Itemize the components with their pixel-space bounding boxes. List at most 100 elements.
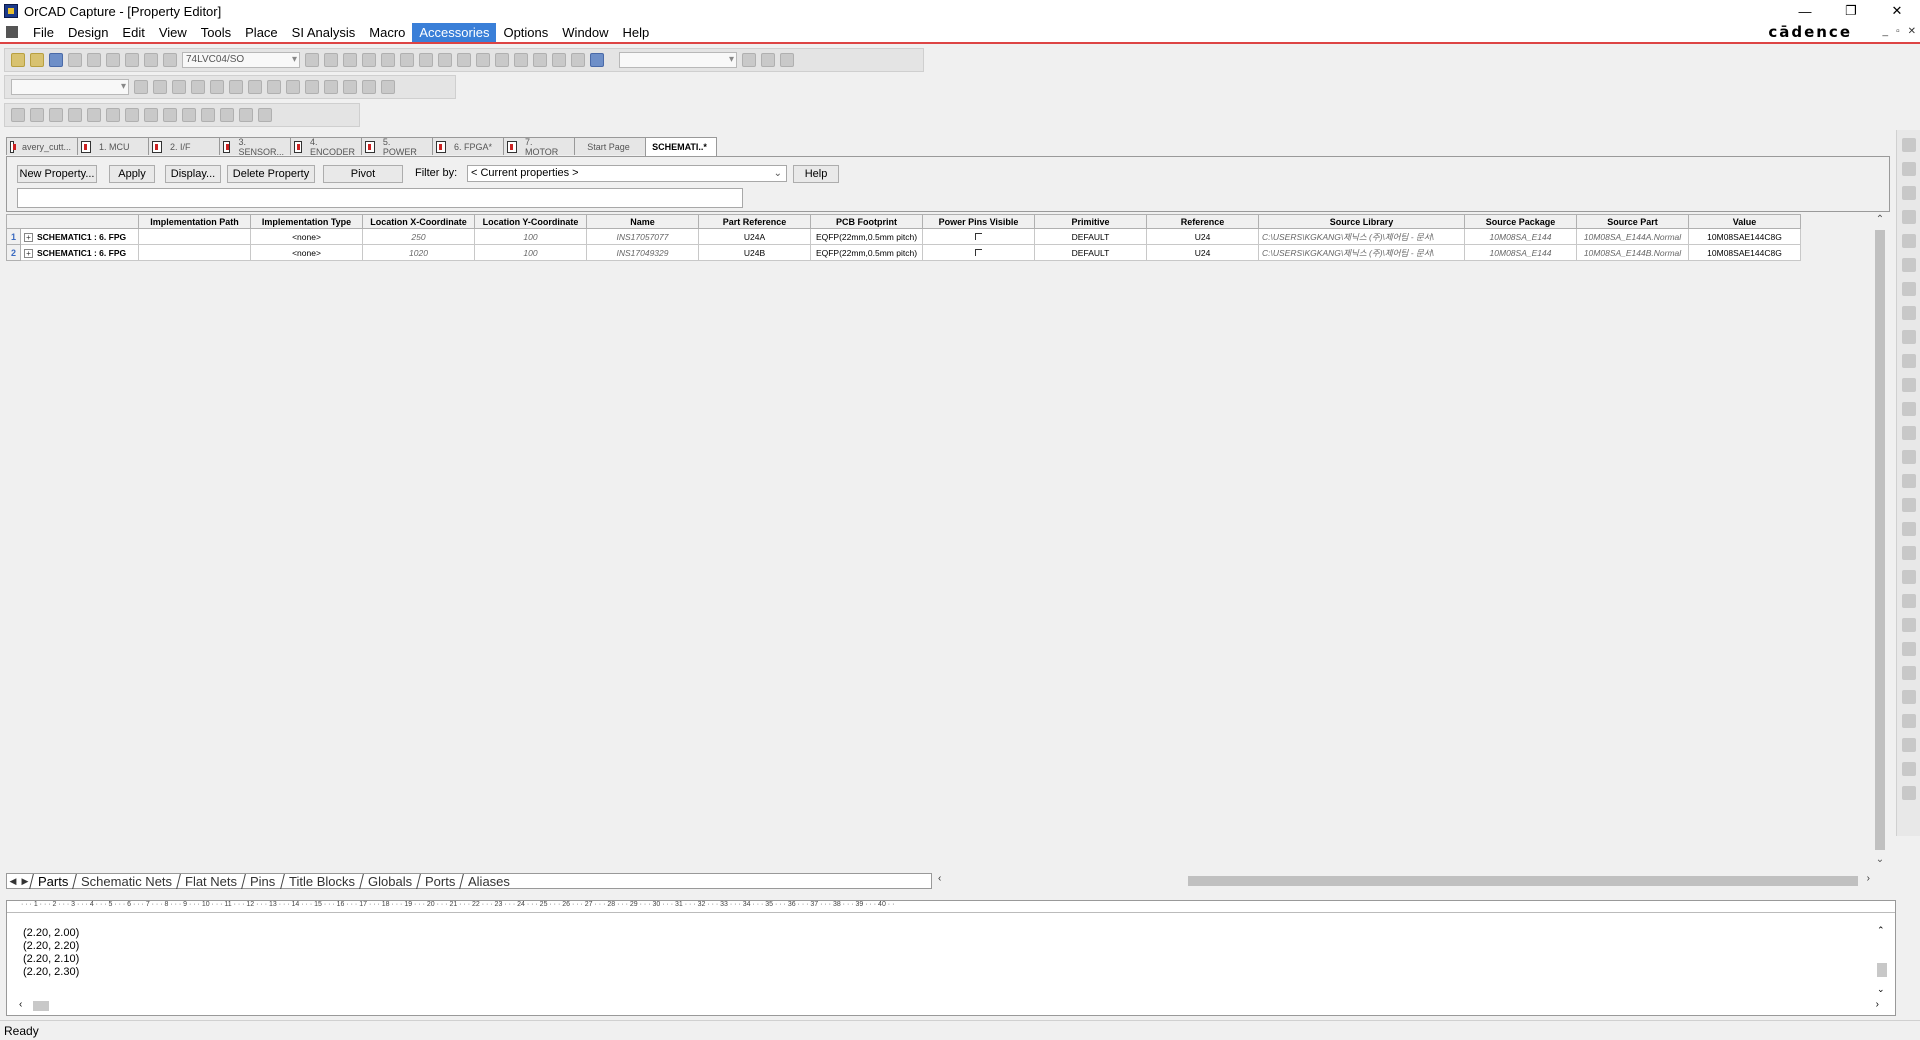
draw-tool-13-icon[interactable] (239, 108, 253, 122)
pin-current-icon[interactable] (362, 80, 376, 94)
library-icon[interactable] (552, 53, 566, 67)
column-header[interactable]: Source Library (1258, 214, 1465, 229)
mdi-minimize-icon[interactable]: _ (1883, 26, 1889, 37)
help-button[interactable]: Help (793, 165, 839, 183)
scroll-right-icon[interactable]: › (1876, 999, 1879, 1010)
column-header[interactable]: Primitive (1034, 214, 1147, 229)
tab-schematic-property-editor[interactable]: SCHEMATI..* (645, 137, 717, 156)
print-icon[interactable] (68, 53, 82, 67)
orcad-app-icon[interactable] (4, 4, 18, 18)
scroll-thumb[interactable] (1188, 876, 1858, 886)
cell-implementation-type[interactable]: <none> (250, 228, 363, 245)
scroll-thumb[interactable] (1877, 963, 1887, 977)
draw-tool-3-icon[interactable] (49, 108, 63, 122)
row-header[interactable]: + SCHEMATIC1 : 6. FPG (20, 228, 139, 245)
grid-horizontal-scrollbar[interactable]: ‹ › (936, 873, 1872, 889)
tab-mcu[interactable]: 1. MCU (77, 137, 149, 155)
redo-icon[interactable] (163, 53, 177, 67)
mdi-restore-icon[interactable]: ▫ (1896, 26, 1900, 37)
differential-marker-icon[interactable] (267, 80, 281, 94)
cell-name[interactable]: INS17057077 (586, 228, 699, 245)
place-rectangle-icon[interactable] (1901, 546, 1916, 560)
draw-tool-7-icon[interactable] (125, 108, 139, 122)
project-manager-icon[interactable] (533, 53, 547, 67)
place-pin-array-icon[interactable] (1901, 762, 1916, 776)
open-icon[interactable] (30, 53, 44, 67)
place-text-icon[interactable] (1901, 642, 1916, 656)
checkbox-icon[interactable] (975, 232, 982, 240)
view-results-icon[interactable] (191, 80, 205, 94)
column-header[interactable]: Value (1688, 214, 1801, 229)
place-polyline-icon[interactable] (1901, 522, 1916, 536)
menu-window[interactable]: Window (555, 23, 615, 42)
place-net-alias-icon[interactable] (1901, 234, 1916, 248)
copy-icon[interactable] (106, 53, 120, 67)
current-display-icon[interactable] (324, 80, 338, 94)
scroll-thumb[interactable] (1875, 230, 1885, 850)
display-button[interactable]: Display... (165, 165, 221, 183)
tab-fpga[interactable]: 6. FPGA* (432, 137, 504, 155)
scroll-left-icon[interactable]: ‹ (19, 999, 22, 1010)
cell-source-package[interactable]: 10M08SA_E144 (1464, 228, 1577, 245)
column-header[interactable]: Implementation Type (250, 214, 363, 229)
draw-tool-4-icon[interactable] (68, 108, 82, 122)
tab-encoder[interactable]: 4. ENCODER (290, 137, 362, 157)
cell-value[interactable]: 10M08SAE144C8G (1688, 228, 1801, 245)
simulation-profile-combo[interactable] (11, 79, 129, 95)
place-power-icon[interactable] (1901, 330, 1916, 344)
menu-place[interactable]: Place (238, 23, 285, 42)
log-vertical-scrollbar[interactable]: ⌃ ⌄ (1875, 925, 1889, 995)
search-combo[interactable] (619, 52, 737, 68)
draw-tool-5-icon[interactable] (87, 108, 101, 122)
zoom-in-icon[interactable] (305, 53, 319, 67)
column-header[interactable]: Location X-Coordinate (362, 214, 475, 229)
tab-scroll-left-icon[interactable]: ◀ (7, 876, 19, 887)
place-bezier-icon[interactable] (1901, 618, 1916, 632)
mdi-close-icon[interactable]: ✕ (1908, 26, 1916, 37)
tab-globals[interactable]: Globals (358, 873, 420, 889)
cell-implementation-path[interactable] (138, 228, 251, 245)
menu-design[interactable]: Design (61, 23, 115, 42)
cell-source-part[interactable]: 10M08SA_E144A.Normal (1576, 228, 1689, 245)
bom-icon[interactable] (476, 53, 490, 67)
cell-edit-input[interactable] (17, 188, 743, 208)
new-simulation-icon[interactable] (134, 80, 148, 94)
run-icon[interactable] (172, 80, 186, 94)
place-hier-port-icon[interactable] (1901, 402, 1916, 416)
netlist-icon[interactable] (438, 53, 452, 67)
voltage-display-icon[interactable] (305, 80, 319, 94)
cell-primitive[interactable]: DEFAULT (1034, 244, 1147, 261)
cell-location-y[interactable]: 100 (474, 228, 587, 245)
cell-pcb-footprint[interactable]: EQFP(22mm,0.5mm pitch) (810, 244, 923, 261)
current-marker-icon[interactable] (229, 80, 243, 94)
draw-tool-11-icon[interactable] (201, 108, 215, 122)
backannotate-icon[interactable] (514, 53, 528, 67)
cell-name[interactable]: INS17049329 (586, 244, 699, 261)
menu-si-analysis[interactable]: SI Analysis (285, 23, 363, 42)
expand-icon[interactable]: + (24, 248, 33, 258)
column-header[interactable]: Source Package (1464, 214, 1577, 229)
draw-tool-6-icon[interactable] (106, 108, 120, 122)
cell-source-library[interactable]: C:\USERS\KGKANG\제닉스 (주)\제어팀 - 문서\ (1258, 228, 1465, 245)
pivot-button[interactable]: Pivot (323, 165, 403, 183)
menu-view[interactable]: View (152, 23, 194, 42)
place-ellipse-icon[interactable] (1901, 570, 1916, 584)
undo-icon[interactable] (144, 53, 158, 67)
new-property-button[interactable]: New Property... (17, 165, 97, 183)
tab-title-blocks[interactable]: Title Blocks (279, 873, 363, 889)
select-icon[interactable] (1901, 138, 1916, 152)
scroll-down-icon[interactable]: ⌄ (1877, 984, 1885, 995)
apply-button[interactable]: Apply (109, 165, 155, 183)
draw-tool-1-icon[interactable] (11, 108, 25, 122)
column-header[interactable]: Part Reference (698, 214, 811, 229)
menu-tools[interactable]: Tools (194, 23, 238, 42)
expand-icon[interactable]: + (24, 232, 33, 242)
power-marker-icon[interactable] (248, 80, 262, 94)
menu-accessories[interactable]: Accessories (412, 22, 497, 42)
pcb-editor-icon[interactable] (495, 53, 509, 67)
cell-source-library[interactable]: C:\USERS\KGKANG\제닉스 (주)\제어팀 - 문서\ (1258, 244, 1465, 261)
row-number[interactable]: 1 (6, 228, 21, 245)
place-line-icon[interactable] (1901, 498, 1916, 512)
cell-power-pins-visible[interactable] (922, 244, 1035, 261)
cell-primitive[interactable]: DEFAULT (1034, 228, 1147, 245)
